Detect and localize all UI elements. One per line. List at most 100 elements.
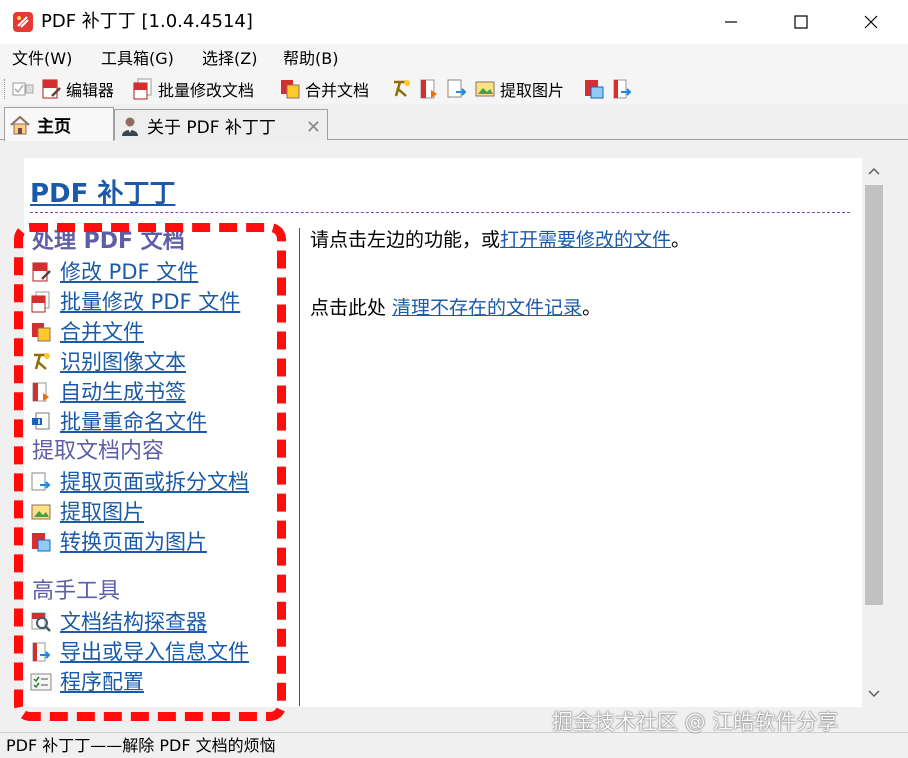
toolbar-merge-button[interactable]: 合并文档 (279, 77, 369, 101)
pdf-edit-icon (32, 262, 51, 282)
inspector-icon (31, 612, 51, 632)
toolbar-checkbox-button[interactable] (12, 77, 34, 101)
tab-close-icon[interactable]: ✕ (306, 117, 321, 138)
instruction-line-open: 请点击左边的功能，或打开需要修改的文件。 (310, 226, 690, 254)
info-file-icon (613, 79, 632, 99)
extract-pages-icon (31, 472, 51, 491)
vertical-scrollbar[interactable] (862, 158, 886, 707)
section-heading-advanced: 高手工具 (32, 579, 121, 604)
link-modify-pdf[interactable]: 修改 PDF 文件 (30, 258, 198, 286)
pdf-batch-icon (133, 78, 152, 100)
window-title: PDF 补丁丁 [1.0.4.4514] (41, 11, 253, 32)
link-extract-pages-label[interactable]: 提取页面或拆分文档 (60, 468, 249, 496)
scroll-thumb[interactable] (865, 185, 883, 605)
instruction-line-cleanup: 点击此处 清理不存在的文件记录。 (310, 294, 601, 322)
ocr-icon (394, 80, 410, 97)
link-extract-images-label[interactable]: 提取图片 (60, 498, 144, 526)
toolbar-batch-label: 批量修改文档 (158, 81, 255, 100)
close-icon (864, 15, 878, 29)
toolbar-extract-pages-button[interactable] (446, 77, 468, 101)
extract-images-icon (31, 504, 51, 520)
menu-bar: 文件(W) 工具箱(G) 选择(Z) 帮助(B) (0, 44, 908, 74)
merge-icon (281, 80, 300, 99)
link-settings[interactable]: 程序配置 (30, 668, 144, 696)
link-batch-rename[interactable]: 批量重命名文件 (30, 408, 207, 436)
instruction-cleanup-suffix: 。 (582, 297, 602, 319)
link-batch-modify-pdf[interactable]: 批量修改 PDF 文件 (30, 288, 240, 316)
link-batch-rename-label[interactable]: 批量重命名文件 (60, 408, 207, 436)
page-title[interactable]: PDF 补丁丁 (30, 177, 175, 211)
maximize-icon (794, 15, 808, 29)
tab-strip: 主页 关于 PDF 补丁丁 ✕ (0, 104, 908, 141)
link-structure-inspector[interactable]: 文档结构探查器 (30, 608, 207, 636)
checklist-icon (12, 82, 34, 96)
ocr-icon (34, 353, 50, 370)
link-render-pages[interactable]: 转换页面为图片 (30, 528, 207, 556)
settings-icon (30, 673, 52, 691)
title-divider (30, 212, 850, 213)
toolbar-ocr-button[interactable] (390, 77, 412, 101)
render-pages-icon (32, 533, 51, 552)
link-merge-files[interactable]: 合并文件 (30, 318, 144, 346)
link-modify-pdf-label[interactable]: 修改 PDF 文件 (60, 258, 198, 286)
user-icon (122, 117, 138, 136)
instruction-cleanup-prefix: 点击此处 (310, 297, 393, 319)
link-extract-pages[interactable]: 提取页面或拆分文档 (30, 468, 249, 496)
home-page-content: PDF 补丁丁 处理 PDF 文档 修改 PDF 文件 批量修改 PDF 文件 (24, 158, 862, 707)
watermark: 掘金技术社区 @ 江皓软件分享 (552, 710, 839, 734)
scroll-down-button[interactable] (862, 681, 886, 707)
instruction-open-prefix: 请点击左边的功能，或 (310, 229, 501, 251)
client-area: PDF 补丁丁 处理 PDF 文档 修改 PDF 文件 批量修改 PDF 文件 (0, 140, 908, 732)
section-heading-extract: 提取文档内容 (32, 439, 165, 464)
tab-home[interactable]: 主页 (4, 107, 114, 141)
render-pages-icon (585, 80, 604, 99)
toolbar-extract-images-button[interactable]: 提取图片 (474, 77, 564, 101)
cleanup-records-link[interactable]: 清理不存在的文件记录 (392, 297, 582, 319)
menu-file[interactable]: 文件(W) (12, 48, 72, 70)
toolbar-render-pages-button[interactable] (583, 77, 605, 101)
toolbar-editor-button[interactable]: 编辑器 (40, 77, 114, 101)
open-file-link[interactable]: 打开需要修改的文件 (500, 229, 671, 251)
link-info-file[interactable]: 导出或导入信息文件 (30, 638, 249, 666)
tab-about[interactable]: 关于 PDF 补丁丁 ✕ (114, 109, 328, 141)
section-heading-process: 处理 PDF 文档 (32, 229, 185, 254)
menu-help[interactable]: 帮助(B) (283, 48, 338, 70)
link-auto-bookmark-label[interactable]: 自动生成书签 (60, 378, 186, 406)
tab-home-label: 主页 (37, 117, 71, 137)
toolbar-bookmark-button[interactable] (418, 77, 440, 101)
chevron-down-icon (868, 690, 880, 698)
pdf-edit-icon (42, 79, 61, 99)
function-list: 处理 PDF 文档 修改 PDF 文件 批量修改 PDF 文件 合并文件 识别图… (30, 224, 300, 704)
column-divider (299, 228, 300, 706)
chevron-up-icon (868, 167, 880, 175)
bookmark-icon (32, 382, 49, 402)
link-merge-files-label[interactable]: 合并文件 (60, 318, 144, 346)
minimize-button[interactable] (696, 0, 766, 44)
toolbar-editor-label: 编辑器 (66, 81, 115, 100)
link-ocr-label[interactable]: 识别图像文本 (60, 348, 186, 376)
link-auto-bookmark[interactable]: 自动生成书签 (30, 378, 186, 406)
maximize-button[interactable] (766, 0, 836, 44)
title-bar: PDF 补丁丁 [1.0.4.4514] (0, 0, 908, 44)
menu-select[interactable]: 选择(Z) (202, 48, 257, 70)
tab-about-label: 关于 PDF 补丁丁 (147, 118, 276, 138)
extract-images-icon (475, 81, 495, 97)
bookmark-icon (420, 79, 437, 99)
scroll-up-button[interactable] (862, 158, 886, 184)
toolbar-batch-button[interactable]: 批量修改文档 (132, 77, 254, 101)
status-text: PDF 补丁丁——解除 PDF 文档的烦恼 (6, 736, 276, 755)
link-batch-modify-pdf-label[interactable]: 批量修改 PDF 文件 (60, 288, 240, 316)
link-render-pages-label[interactable]: 转换页面为图片 (60, 528, 207, 556)
close-window-button[interactable] (836, 0, 906, 44)
link-info-file-label[interactable]: 导出或导入信息文件 (60, 638, 249, 666)
toolbar-info-file-button[interactable] (611, 77, 633, 101)
minimize-icon (725, 21, 737, 23)
pdf-batch-icon (31, 291, 50, 313)
link-settings-label[interactable]: 程序配置 (60, 668, 144, 696)
link-structure-inspector-label[interactable]: 文档结构探查器 (60, 608, 207, 636)
menu-toolbox[interactable]: 工具箱(G) (101, 48, 174, 70)
toolbar-grip[interactable] (4, 79, 7, 99)
link-ocr[interactable]: 识别图像文本 (30, 348, 186, 376)
link-extract-images[interactable]: 提取图片 (30, 498, 144, 526)
info-file-icon (32, 642, 51, 662)
